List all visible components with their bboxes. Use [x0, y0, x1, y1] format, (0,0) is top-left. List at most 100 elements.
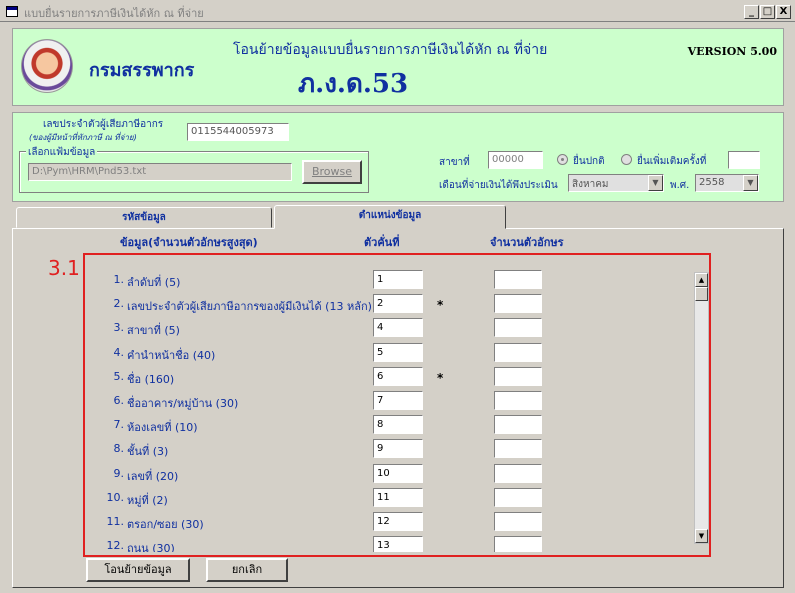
- minimize-button[interactable]: _: [744, 5, 759, 19]
- row-number: 9.: [113, 466, 125, 480]
- length-field[interactable]: [494, 391, 542, 410]
- table-row: 12. ถนน (30) 13: [0, 534, 795, 552]
- scroll-down-icon[interactable]: ▼: [695, 529, 708, 543]
- row-description: ถนน (30): [127, 542, 175, 552]
- length-field[interactable]: [494, 512, 542, 531]
- position-field[interactable]: 5: [373, 342, 423, 362]
- header-panel: กรมสรรพากร โอนย้ายข้อมูลแบบยื่นรายการภาษ…: [12, 28, 784, 106]
- annotation-label: 3.1: [48, 256, 80, 280]
- row-number: 6.: [113, 394, 125, 407]
- file-group-label: เลือกแฟ้มข้อมูล: [26, 145, 98, 160]
- table-row: 10. หมู่ที่ (2) 11: [0, 486, 795, 508]
- file-path-field[interactable]: D:\Pym\HRM\Pnd53.txt: [28, 163, 292, 181]
- position-field[interactable]: 12: [373, 512, 423, 531]
- pay-month-label: เดือนที่จ่ายเงินได้พึงประเมิน: [439, 180, 558, 191]
- position-field[interactable]: 7: [373, 391, 423, 410]
- position-field[interactable]: 11: [373, 487, 423, 507]
- row-number: 5.: [113, 369, 125, 383]
- maximize-button[interactable]: □: [760, 5, 775, 19]
- row-number: 4.: [113, 345, 125, 359]
- row-number: 7.: [113, 418, 125, 432]
- length-field[interactable]: [494, 415, 542, 435]
- row-number: 11.: [106, 515, 125, 528]
- year-select-value: 2558: [699, 177, 725, 188]
- length-field[interactable]: [494, 536, 542, 552]
- additional-filing-number-field[interactable]: [728, 151, 760, 169]
- length-field[interactable]: [494, 366, 542, 386]
- table-row: 4. คำนำหน้าชื่อ (40) 5: [0, 341, 795, 363]
- scroll-thumb[interactable]: [695, 287, 708, 301]
- row-description: เลขประจำตัวผู้เสียภาษีอากรของผู้มีเงินได…: [127, 300, 372, 314]
- row-number: 12.: [106, 539, 125, 552]
- month-select-value: สิงหาคม: [572, 179, 609, 190]
- row-description: ชื่อ (160): [127, 372, 175, 386]
- table-row: 8. ชั้นที่ (3) 9: [0, 437, 795, 459]
- chevron-down-icon[interactable]: ▼: [648, 175, 663, 191]
- branch-field[interactable]: 00000: [488, 151, 543, 169]
- table-row: 2. เลขประจำตัวผู้เสียภาษีอากรของผู้มีเงิน…: [0, 292, 795, 314]
- list-scrollbar[interactable]: ▲ ▼: [694, 272, 709, 544]
- length-field[interactable]: [494, 318, 542, 338]
- revenue-department-seal-icon: [21, 39, 73, 93]
- row-number: 3.: [113, 321, 125, 335]
- row-description: หมู่ที่ (2): [127, 493, 168, 507]
- tab-data-position[interactable]: ตำแหน่งข้อมูล: [274, 205, 506, 229]
- required-marker: *: [437, 370, 444, 385]
- normal-filing-radio[interactable]: [557, 154, 568, 165]
- table-row: 6. ชื่ออาคาร/หมู่บ้าน (30) 7: [0, 389, 795, 411]
- length-field[interactable]: [494, 487, 542, 507]
- column-header-length: จำนวนตัวอักษร: [490, 236, 564, 249]
- additional-filing-label: ยื่นเพิ่มเติมครั้งที่: [637, 156, 707, 167]
- transfer-data-button[interactable]: โอนย้ายข้อมูล: [86, 558, 190, 582]
- length-field[interactable]: [494, 463, 542, 483]
- row-description: ชั้นที่ (3): [127, 445, 169, 459]
- column-header-position: ตัวคั่นที่: [364, 236, 400, 249]
- chevron-down-icon[interactable]: ▼: [743, 175, 758, 191]
- row-description: ชื่ออาคาร/หมู่บ้าน (30): [127, 397, 239, 410]
- position-field[interactable]: 10: [373, 463, 423, 483]
- form-code: ภ.ง.ด.53: [298, 69, 409, 99]
- length-field[interactable]: [494, 270, 542, 289]
- normal-filing-label: ยื่นปกติ: [573, 156, 605, 167]
- position-field[interactable]: 2: [373, 294, 423, 314]
- position-field[interactable]: 6: [373, 366, 423, 386]
- position-field[interactable]: 9: [373, 439, 423, 459]
- row-number: 10.: [106, 490, 125, 504]
- branch-label: สาขาที่: [439, 157, 470, 168]
- required-marker: *: [437, 298, 444, 313]
- length-field[interactable]: [494, 342, 542, 362]
- tax-id-field[interactable]: 0115544005973: [187, 123, 289, 141]
- position-field[interactable]: 1: [373, 270, 423, 289]
- app-icon: [6, 6, 18, 17]
- position-field[interactable]: 4: [373, 318, 423, 338]
- length-field[interactable]: [494, 294, 542, 314]
- position-field[interactable]: 13: [373, 536, 423, 552]
- table-row: 7. ห้องเลขที่ (10) 8: [0, 413, 795, 435]
- page-title: โอนย้ายข้อมูลแบบยื่นรายการภาษีเงินได้หัก…: [233, 42, 548, 58]
- position-field[interactable]: 8: [373, 415, 423, 435]
- tab-data-code[interactable]: รหัสข้อมูล: [16, 207, 272, 228]
- browse-button[interactable]: Browse: [302, 160, 362, 184]
- cancel-button[interactable]: ยกเลิก: [206, 558, 288, 582]
- year-select[interactable]: 2558 ▼: [695, 174, 759, 192]
- scroll-up-icon[interactable]: ▲: [695, 273, 708, 287]
- file-select-group: เลือกแฟ้มข้อมูล D:\Pym\HRM\Pnd53.txt Bro…: [19, 145, 369, 193]
- tax-id-label: เลขประจำตัวผู้เสียภาษีอากร: [43, 119, 164, 130]
- year-label: พ.ศ.: [670, 180, 690, 191]
- row-description: คำนำหน้าชื่อ (40): [127, 348, 216, 362]
- tax-id-sublabel: (ของผู้มีหน้าที่หักภาษี ณ ที่จ่าย): [29, 133, 137, 142]
- row-description: ห้องเลขที่ (10): [127, 421, 198, 435]
- length-field[interactable]: [494, 439, 542, 459]
- row-description: ลำดับที่ (5): [127, 276, 181, 289]
- version-label: VERSION 5.00: [687, 45, 777, 58]
- table-row: 3. สาขาที่ (5) 4: [0, 316, 795, 338]
- row-description: เลขที่ (20): [127, 469, 179, 483]
- close-button[interactable]: X: [776, 5, 791, 19]
- row-description: ตรอก/ซอย (30): [127, 518, 204, 531]
- table-row: 5. ชื่อ (160) 6 *: [0, 365, 795, 387]
- table-row: 1. ลำดับที่ (5) 1: [0, 268, 795, 290]
- table-row: 11. ตรอก/ซอย (30) 12: [0, 510, 795, 532]
- month-select[interactable]: สิงหาคม ▼: [568, 174, 664, 192]
- additional-filing-radio[interactable]: [621, 154, 632, 165]
- department-name: กรมสรรพากร: [89, 60, 195, 81]
